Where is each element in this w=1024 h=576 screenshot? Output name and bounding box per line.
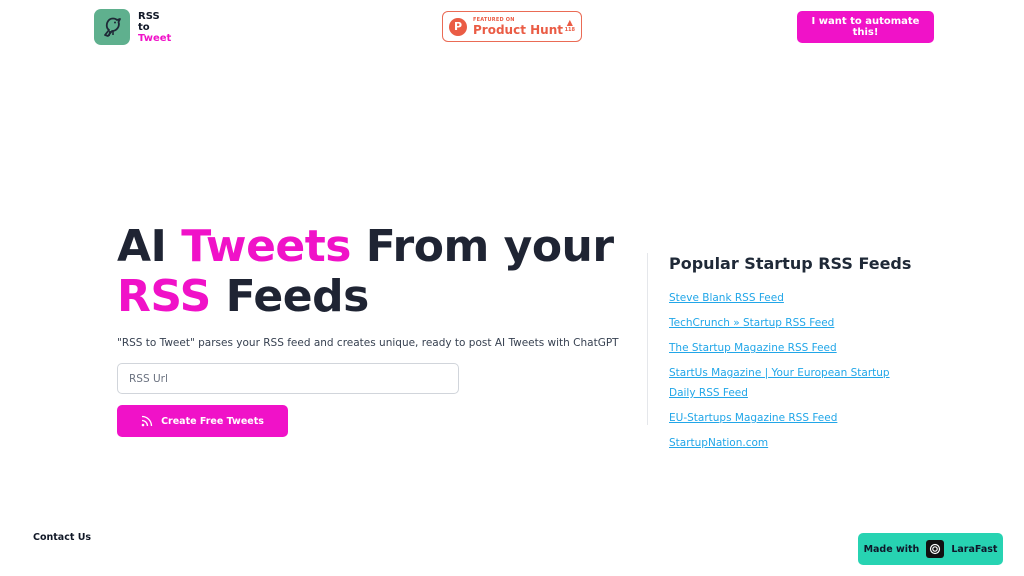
feed-link-techcrunch[interactable]: TechCrunch » Startup RSS Feed	[669, 317, 834, 329]
feed-link-steve-blank[interactable]: Steve Blank RSS Feed	[669, 292, 784, 304]
list-item: StartUs Magazine | Your European Startup…	[669, 361, 899, 401]
product-hunt-featured: FEATURED ON	[473, 16, 515, 23]
larafast-icon	[926, 540, 945, 558]
list-item: TechCrunch » Startup RSS Feed	[669, 311, 899, 331]
logo-line-3: Tweet	[138, 32, 172, 44]
contact-us-link[interactable]: Contact Us	[33, 532, 91, 543]
bird-logo-icon	[94, 9, 130, 45]
feed-link-startup-magazine[interactable]: The Startup Magazine RSS Feed	[669, 342, 837, 354]
product-hunt-icon: P	[449, 17, 467, 36]
hero-title-part-2: From your	[350, 221, 614, 272]
list-item: EU-Startups Magazine RSS Feed	[669, 406, 899, 426]
hero-title-part-3: Feeds	[210, 271, 370, 322]
product-hunt-badge[interactable]: P FEATURED ON Product Hunt ▲ 118	[442, 11, 582, 42]
hero-description: "RSS to Tweet" parses your RSS feed and …	[117, 337, 619, 349]
site-logo[interactable]: RSS to Tweet	[94, 9, 171, 45]
made-with-larafast-badge[interactable]: Made with LaraFast	[858, 533, 1003, 565]
list-item: StartupNation.com	[669, 431, 899, 451]
hero-title-highlight-1: Tweets	[181, 221, 351, 272]
feed-link-eu-startups[interactable]: EU-Startups Magazine RSS Feed	[669, 412, 837, 424]
product-hunt-name: Product Hunt	[473, 22, 563, 37]
feed-link-startupnation[interactable]: StartupNation.com	[669, 437, 768, 449]
logo-line-1: RSS	[138, 10, 160, 22]
rss-icon	[141, 415, 153, 427]
hero-title-part-1: AI	[117, 221, 182, 272]
feed-link-startus-magazine[interactable]: StartUs Magazine | Your European Startup…	[669, 367, 890, 399]
automate-button[interactable]: I want to automate this!	[797, 11, 934, 43]
list-item: Steve Blank RSS Feed	[669, 286, 899, 306]
create-free-tweets-button[interactable]: Create Free Tweets	[117, 405, 288, 437]
made-with-brand: LaraFast	[951, 543, 998, 555]
product-hunt-vote-count: 118	[564, 27, 575, 34]
popular-feeds-list: Steve Blank RSS Feed TechCrunch » Startu…	[669, 286, 899, 456]
popular-feeds-title: Popular Startup RSS Feeds	[669, 254, 912, 273]
made-with-label: Made with	[863, 543, 920, 555]
section-divider	[647, 253, 648, 425]
create-button-label: Create Free Tweets	[161, 415, 264, 427]
logo-line-2: to	[138, 21, 150, 33]
product-hunt-votes: ▲ 118	[565, 19, 575, 33]
list-item: The Startup Magazine RSS Feed	[669, 336, 899, 356]
rss-url-input[interactable]	[117, 363, 459, 394]
logo-text: RSS to Tweet	[138, 11, 171, 44]
hero-title-highlight-2: RSS	[117, 271, 211, 322]
hero-title: AI Tweets From your RSS Feeds	[117, 222, 614, 322]
